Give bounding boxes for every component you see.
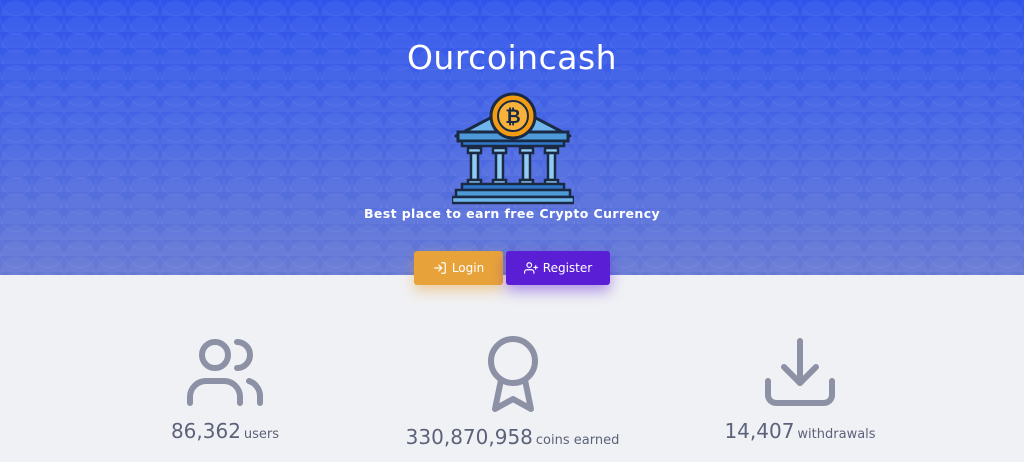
users-count: 86,362 xyxy=(170,419,241,443)
login-label: Login xyxy=(451,261,485,275)
coins-count: 330,870,958 xyxy=(405,425,533,449)
register-button[interactable]: Register xyxy=(506,251,610,285)
bitcoin-bank-icon: ₿ xyxy=(452,92,574,205)
site-title: Ourcoincash xyxy=(406,38,618,77)
login-button[interactable]: Login xyxy=(414,251,503,285)
users-label: users xyxy=(243,427,280,442)
add-user-icon xyxy=(523,262,538,274)
stat-users: 86,362 users xyxy=(150,335,300,443)
award-ribbon-icon xyxy=(487,336,538,412)
login-icon xyxy=(433,262,446,274)
tagline: Best place to earn free Crypto Currency xyxy=(363,206,661,221)
register-label: Register xyxy=(542,261,593,275)
hero-section: Ourcoincash ₿ Best place to earn free Cr… xyxy=(0,0,1024,275)
stat-coins: 330,870,958 coins earned xyxy=(385,335,640,449)
svg-text:₿: ₿ xyxy=(505,106,520,128)
stat-withdrawals: 14,407 withdrawals xyxy=(700,335,900,443)
withdrawals-label: withdrawals xyxy=(797,427,876,442)
coins-label: coins earned xyxy=(535,433,620,448)
download-icon xyxy=(765,338,835,406)
withdrawals-count: 14,407 xyxy=(724,419,795,443)
users-icon xyxy=(187,339,263,406)
